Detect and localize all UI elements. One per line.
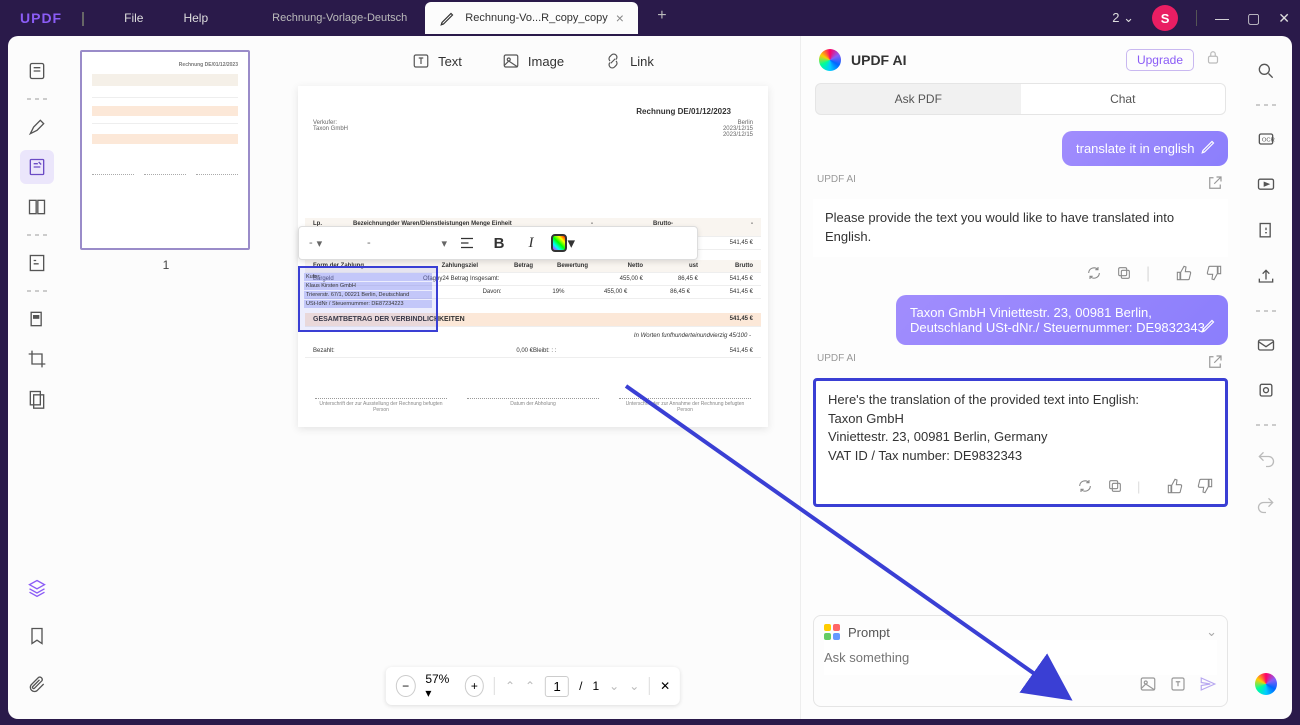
- minimize-button[interactable]: —: [1215, 10, 1229, 26]
- invoice-title: Rechnung DE/01/12/2023: [305, 103, 761, 120]
- ai-message: Please provide the text you would like t…: [813, 199, 1228, 257]
- edit-message-icon[interactable]: [1200, 316, 1218, 337]
- edit-link-button[interactable]: Link: [604, 52, 654, 70]
- redact-tool[interactable]: [20, 302, 54, 336]
- close-tab-icon[interactable]: ×: [616, 10, 624, 26]
- protect-icon[interactable]: [1249, 214, 1283, 248]
- close-window-button[interactable]: ✕: [1278, 10, 1290, 27]
- last-page-button[interactable]: ⌄: [629, 679, 639, 693]
- open-external-icon[interactable]: [1206, 174, 1224, 195]
- thumbs-down-icon[interactable]: [1197, 478, 1213, 494]
- thumbs-down-icon[interactable]: [1206, 265, 1222, 281]
- bookmark-icon[interactable]: [20, 619, 54, 653]
- page-thumbnail[interactable]: Rechnung DE/01/12/2023: [80, 50, 250, 250]
- document-page[interactable]: Rechnung DE/01/12/2023 Verkufer:Berlin T…: [298, 86, 768, 427]
- bold-button[interactable]: B: [487, 231, 511, 255]
- attach-image-icon[interactable]: [1139, 675, 1157, 698]
- tab-ask-pdf[interactable]: Ask PDF: [816, 84, 1021, 114]
- ai-sender-label: UPDF AI: [817, 353, 856, 374]
- thumbs-up-icon[interactable]: [1167, 478, 1183, 494]
- edit-image-button[interactable]: Image: [502, 52, 564, 70]
- font-family-select[interactable]: - ▾: [309, 237, 359, 250]
- edit-message-icon[interactable]: [1200, 137, 1218, 158]
- ai-panel-title: UPDF AI: [851, 52, 1116, 68]
- close-zoombar-button[interactable]: ✕: [660, 679, 670, 693]
- ocr-insert-icon[interactable]: [1169, 675, 1187, 698]
- page-tool[interactable]: [20, 382, 54, 416]
- svg-text:OCR: OCR: [1262, 138, 1275, 144]
- user-message: Taxon GmbH Viniettestr. 23, 00981 Berlin…: [896, 295, 1228, 345]
- next-page-button[interactable]: ⌄: [609, 679, 619, 693]
- add-tab-button[interactable]: +: [648, 2, 676, 30]
- thumbnail-page-number: 1: [80, 258, 252, 272]
- document-tab-active[interactable]: Rechnung-Vo...R_copy_copy ×: [425, 2, 638, 34]
- document-tab-inactive[interactable]: Rechnung-Vorlage-Deutsch: [258, 2, 421, 34]
- menu-file[interactable]: File: [104, 11, 163, 25]
- zoom-toolbar: − 57% ▾ + ⌃ ⌃ /1 ⌄ ⌄ ✕: [386, 667, 680, 705]
- regenerate-icon[interactable]: [1086, 265, 1102, 281]
- comment-tool[interactable]: [20, 110, 54, 144]
- ai-sender-label: UPDF AI: [817, 174, 856, 195]
- tab-chat[interactable]: Chat: [1021, 84, 1226, 114]
- text-selection-box[interactable]: Kufer: Klaus Kirsten GmbH Triererstr. 67…: [298, 266, 438, 332]
- text-color-button[interactable]: ▾: [551, 231, 575, 255]
- zoom-in-button[interactable]: +: [465, 675, 485, 697]
- chat-input[interactable]: [824, 640, 1217, 675]
- share-icon[interactable]: [1249, 260, 1283, 294]
- slideshow-icon[interactable]: [1249, 168, 1283, 202]
- page-input[interactable]: [545, 676, 569, 697]
- chevron-down-icon: ⌄: [1206, 624, 1217, 640]
- maximize-button[interactable]: ▢: [1247, 10, 1260, 27]
- first-page-button[interactable]: ⌃: [505, 679, 515, 693]
- attachment-icon[interactable]: [20, 667, 54, 701]
- print-icon[interactable]: [1249, 374, 1283, 408]
- updf-ai-button[interactable]: [1249, 667, 1283, 701]
- email-icon[interactable]: [1249, 328, 1283, 362]
- zoom-level[interactable]: 57% ▾: [425, 672, 454, 700]
- undo-icon[interactable]: [1249, 442, 1283, 476]
- zoom-out-button[interactable]: −: [396, 675, 416, 697]
- user-message: translate it in english: [1062, 131, 1228, 166]
- edit-text-button[interactable]: Text: [412, 52, 462, 70]
- search-icon[interactable]: [1249, 54, 1283, 88]
- italic-button[interactable]: I: [519, 231, 543, 255]
- prompt-grid-icon: [824, 624, 840, 640]
- pencil-icon: [439, 9, 457, 27]
- text-format-toolbar: - ▾ - ▾ B I ▾: [298, 226, 698, 260]
- crop-tool[interactable]: [20, 342, 54, 376]
- upgrade-button[interactable]: Upgrade: [1126, 49, 1194, 71]
- layers-icon[interactable]: [20, 571, 54, 605]
- organize-tool[interactable]: [20, 190, 54, 224]
- app-logo: UPDF: [0, 10, 104, 26]
- edit-tool[interactable]: [20, 150, 54, 184]
- copy-icon[interactable]: [1116, 265, 1132, 281]
- reader-tool[interactable]: [20, 54, 54, 88]
- send-button[interactable]: [1199, 675, 1217, 698]
- lock-icon[interactable]: [1204, 48, 1222, 71]
- font-size-select[interactable]: - ▾: [367, 237, 447, 250]
- ai-message-highlighted: Here's the translation of the provided t…: [813, 378, 1228, 507]
- menu-help[interactable]: Help: [163, 11, 228, 25]
- prev-page-button[interactable]: ⌃: [525, 679, 535, 693]
- copy-icon[interactable]: [1107, 478, 1123, 494]
- align-button[interactable]: [455, 231, 479, 255]
- updf-ai-logo-icon: [819, 49, 841, 71]
- thumbs-up-icon[interactable]: [1176, 265, 1192, 281]
- ocr-icon[interactable]: OCR: [1249, 122, 1283, 156]
- regenerate-icon[interactable]: [1077, 478, 1093, 494]
- open-external-icon[interactable]: [1206, 353, 1224, 374]
- user-avatar[interactable]: S: [1152, 5, 1178, 31]
- form-tool[interactable]: [20, 246, 54, 280]
- prompt-selector[interactable]: Prompt ⌄: [824, 624, 1217, 640]
- redo-icon[interactable]: [1249, 488, 1283, 522]
- tab-count[interactable]: 2 ⌄: [1112, 10, 1134, 26]
